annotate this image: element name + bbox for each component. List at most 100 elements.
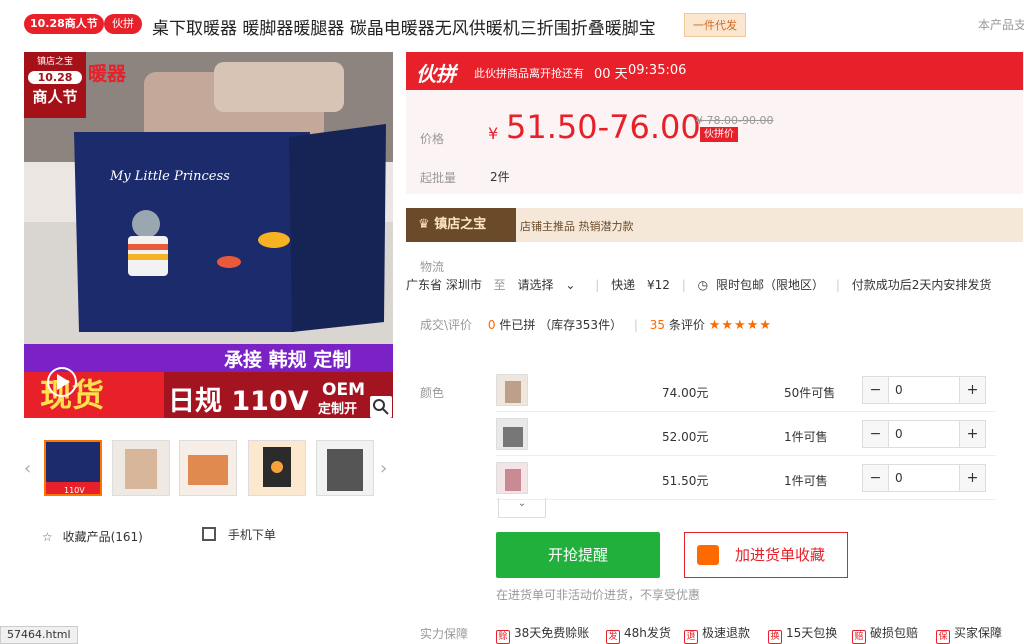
ship-to-select[interactable]: 请选择 ⌄ [518,278,584,292]
countdown-days: 00 天 [594,67,628,82]
quantity-stepper: − 0 + [862,376,986,404]
favorite-button[interactable]: ☆ 收藏产品(161) [42,528,143,545]
zoom-icon[interactable] [370,396,392,418]
sku-price: 51.50元 [662,474,709,488]
guarantee-item[interactable]: 换 15天包换 [768,624,837,644]
mobile-order-button[interactable]: 手机下单 [202,526,276,543]
banner-oem: OEM [322,380,365,400]
chevron-right-icon[interactable]: › [380,458,387,479]
product-print-text: My Little Princess [109,169,230,184]
minus-button[interactable]: − [863,377,889,403]
banner-spot: 现货 [40,376,104,414]
guarantee-text: 48h发货 [624,626,671,640]
expand-sku-button[interactable]: ⌄ [498,498,546,518]
sold-text: 件已拼 （库存353件） [499,318,623,332]
plus-button[interactable]: + [959,465,985,491]
clock-icon: ◷ [697,278,709,292]
store-treasure-text: 镇店之宝 [434,217,487,232]
plus-button[interactable]: + [959,377,985,403]
thumb-caption: 110V [64,486,85,495]
countdown-time: 09:35:06 [628,63,687,78]
guarantee-text: 买家保障 [954,626,1003,640]
store-treasure-title: ♛ 镇店之宝 [406,208,516,242]
ship-promise: 付款成功后2天内安排发货 [851,278,992,292]
logo-text: 商人节 [32,88,78,106]
price-label: 价格 [420,132,445,146]
thumbnail[interactable] [316,440,374,496]
group-buy-badge: 伙拼 [104,14,142,34]
thumbnail[interactable] [112,440,170,496]
sku-price: 52.00元 [662,430,709,444]
limited-free-ship: 限时包邮（限地区） [716,278,825,292]
thumbnail[interactable]: 110V [44,440,102,496]
rating-stars: ★★★★★ [708,318,773,333]
exchange-icon: 换 [768,630,782,644]
favorite-label: 收藏产品(161) [62,530,143,544]
banner-110v: 日规 110V [168,386,309,417]
damage-icon: 赔 [852,630,866,644]
divider: | [633,318,638,332]
plus-button[interactable]: + [959,421,985,447]
chevron-left-icon[interactable]: ‹ [24,458,31,479]
divider: | [595,278,600,292]
price-currency: ¥ [488,124,499,143]
main-product-image[interactable]: My Little Princess 承接 韩规 定制 现货 日规 110V O… [24,52,393,418]
guarantee-text: 15天包换 [786,626,838,640]
original-price: ¥ 78.00-90.00 [696,114,774,127]
guarantee-item[interactable]: 赔破损包赔 [852,624,918,644]
guarantee-item[interactable]: 退极速退款 [684,624,750,644]
notice-text: 本产品支 [978,18,1024,32]
star-icon: ☆ [42,530,53,544]
cart-tip: 在进货单可非活动价进货，不享受优惠 [496,588,701,602]
thumbnail[interactable] [248,440,306,496]
sku-thumbnail[interactable] [496,418,528,450]
review-count[interactable]: 35 [650,318,665,332]
quantity-stepper: − 0 + [862,464,986,492]
add-to-cart-button[interactable]: 加进货单收藏 [684,532,848,578]
banner-purple: 承接 韩规 定制 [224,348,351,371]
store-treasure-bar: ♛ 镇店之宝 店铺主推品 热销潜力款 [406,208,1023,242]
crown-icon: ♛ [418,217,435,232]
divider: | [835,278,840,292]
add-to-cart-label: 加进货单收藏 [735,546,826,564]
qr-code-icon [202,527,216,541]
product-title: 桌下取暖器 暖脚器暖腿器 碳晶电暖器无风供暖机三折围折叠暖脚宝 [152,19,656,39]
guarantee-item[interactable]: 赊 38天免费赊账 [496,624,589,644]
banner-top-text: 暖器 [88,62,127,85]
price-range: 51.50-76.00 [506,108,701,146]
status-url: 57464.html [0,626,78,644]
shield-icon: 保 [936,630,950,644]
guarantee-text: 38天免费赊账 [514,626,590,640]
store-treasure-logo: 镇店之宝 10.28 商人节 [24,52,86,118]
truck-icon: 发 [606,630,620,644]
shipping-label: 物流 [420,260,445,274]
ship-from: 广东省 深圳市 [406,278,482,292]
guarantee-item[interactable]: 发 48h发货 [606,624,671,644]
quantity-input[interactable]: 0 [895,383,903,397]
group-price-tag: 伙拼价 [700,127,738,142]
chevron-down-icon: ⌄ [565,278,576,292]
quantity-input[interactable]: 0 [895,427,903,441]
review-text[interactable]: 条评价 [669,318,705,332]
event-badge: 10.28商人节 [24,14,104,34]
guarantee-text: 极速退款 [702,626,751,640]
dropship-tag[interactable]: 一件代发 [684,13,746,37]
quantity-input[interactable]: 0 [895,471,903,485]
deal-label: 成交\评价 [420,318,473,332]
color-label: 颜色 [420,386,445,400]
sku-thumbnail[interactable] [496,374,528,406]
ship-to-value: 请选择 [517,278,554,292]
thumbnail[interactable] [179,440,237,496]
mobile-order-label: 手机下单 [227,528,276,542]
moq-value: 2件 [490,170,510,184]
minus-button[interactable]: − [863,465,889,491]
sku-stock: 1件可售 [784,430,828,444]
cart-icon [697,545,719,565]
banner-oem-sub: 定制开 [317,401,357,417]
minus-button[interactable]: − [863,421,889,447]
divider: | [681,278,686,292]
quantity-stepper: − 0 + [862,420,986,448]
notify-button[interactable]: 开抢提醒 [496,532,660,578]
sku-thumbnail[interactable] [496,462,528,494]
guarantee-item[interactable]: 保买家保障 [936,624,1002,644]
